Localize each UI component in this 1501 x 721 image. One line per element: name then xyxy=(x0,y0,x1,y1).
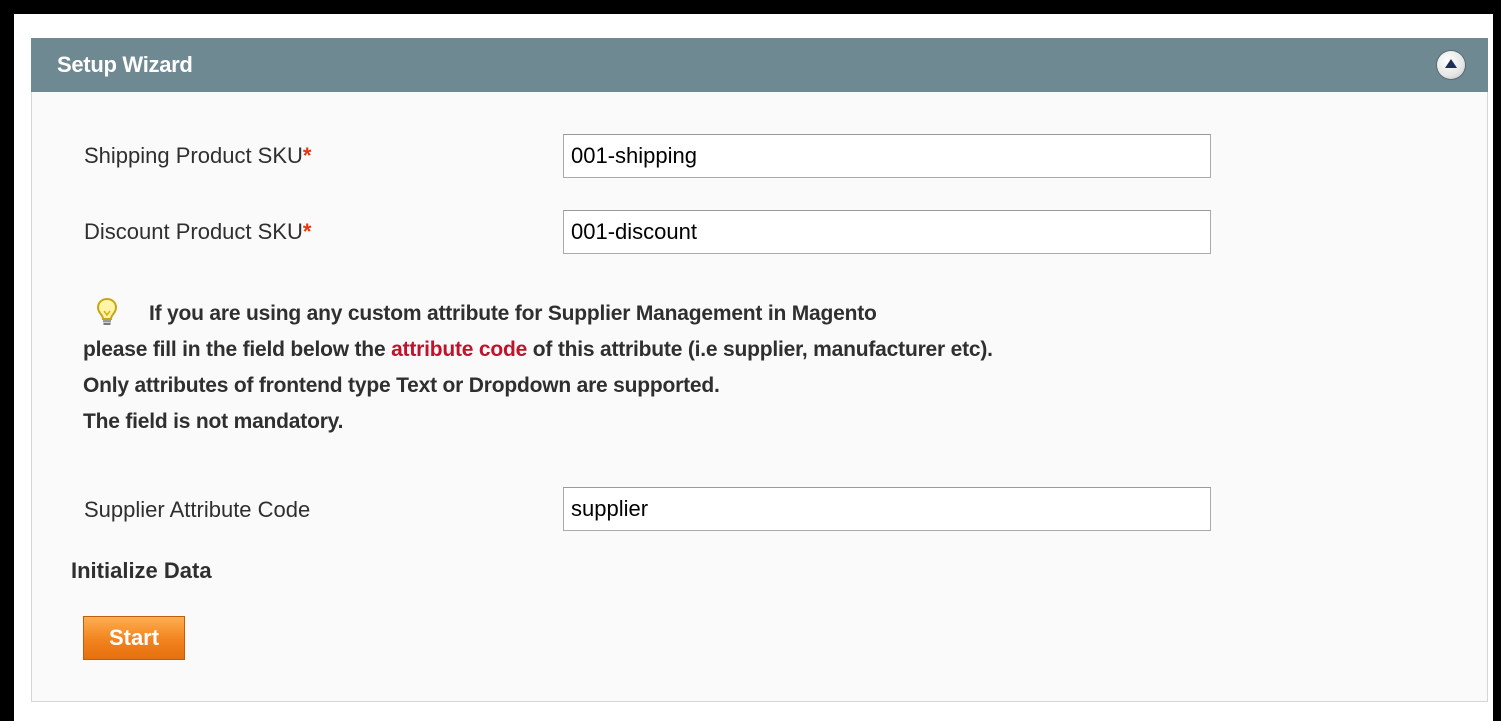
lightbulb-icon xyxy=(95,297,119,327)
required-marker: * xyxy=(302,219,312,244)
window-border-left xyxy=(0,0,14,721)
discount-sku-input[interactable] xyxy=(563,210,1211,254)
note-line-4: The field is not mandatory. xyxy=(83,410,344,433)
discount-sku-label: Discount Product SKU* xyxy=(84,219,311,245)
window-border-top xyxy=(0,0,1501,14)
collapse-toggle-icon[interactable] xyxy=(1437,51,1465,79)
panel-title: Setup Wizard xyxy=(57,52,193,77)
supplier-attribute-input[interactable] xyxy=(563,487,1211,531)
shipping-sku-label-text: Shipping Product SKU xyxy=(84,143,303,168)
panel-header: Setup Wizard xyxy=(31,38,1488,92)
start-button[interactable]: Start xyxy=(83,616,185,660)
shipping-sku-label: Shipping Product SKU* xyxy=(84,143,311,169)
note-line-2-start: please fill in the field below the xyxy=(83,338,392,361)
attribute-code-highlight: attribute code xyxy=(391,338,528,361)
page: Setup Wizard Shipping Product SKU* Disco… xyxy=(0,0,1501,721)
shipping-sku-input[interactable] xyxy=(563,134,1211,178)
initialize-data-title: Initialize Data xyxy=(71,558,212,583)
supplier-attribute-note: If you are using any custom attribute fo… xyxy=(83,296,993,440)
required-marker: * xyxy=(302,143,312,168)
note-line-1: If you are using any custom attribute fo… xyxy=(83,296,993,332)
note-line-1-text: If you are using any custom attribute fo… xyxy=(149,302,877,325)
window-border-right xyxy=(1493,0,1501,721)
note-line-3: Only attributes of frontend type Text or… xyxy=(83,374,720,397)
discount-sku-label-text: Discount Product SKU xyxy=(84,219,303,244)
note-line-2: please fill in the field below the attri… xyxy=(83,332,993,368)
note-line-2-end: of this attribute (i.e supplier, manufac… xyxy=(527,338,993,361)
supplier-attribute-label: Supplier Attribute Code xyxy=(84,497,311,522)
